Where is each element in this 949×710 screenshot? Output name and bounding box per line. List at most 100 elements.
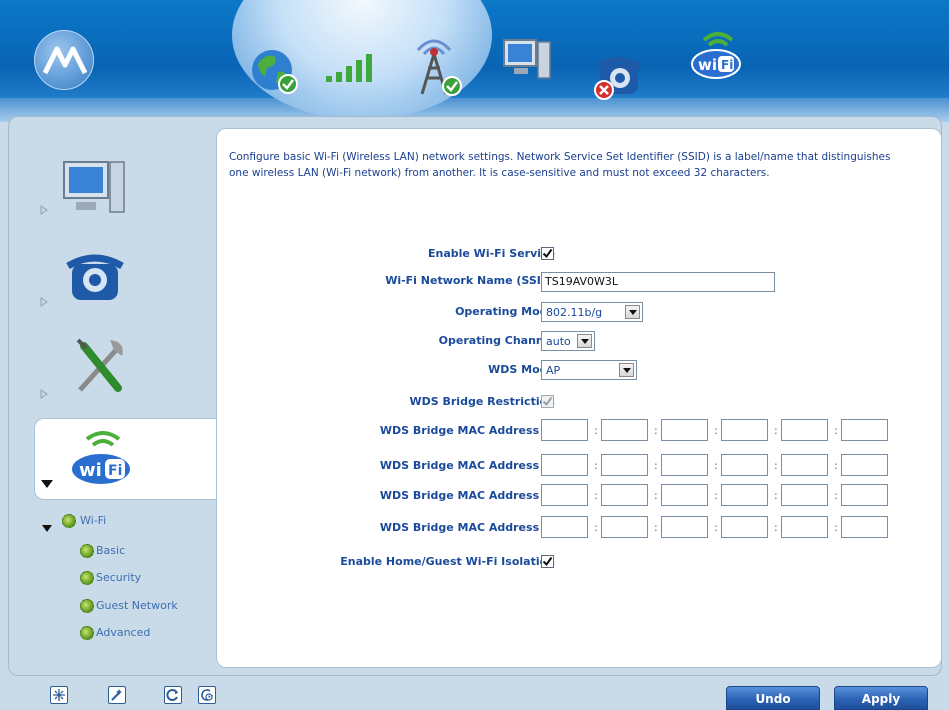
mac-octet-input[interactable] — [541, 516, 588, 538]
svg-text:wi: wi — [698, 56, 717, 74]
enable-wifi-row: Enable Wi-Fi Service — [217, 243, 943, 265]
mac-octet-input[interactable] — [841, 419, 888, 441]
apply-button[interactable]: Apply — [834, 686, 928, 710]
operating-channel-row: Operating Channel auto — [217, 330, 943, 352]
operating-channel-select[interactable]: auto — [541, 331, 595, 351]
telephone-icon[interactable] — [592, 52, 644, 102]
gear-icon — [80, 626, 94, 640]
wifi-icon[interactable]: wi Fi — [688, 26, 746, 80]
wds-mac-4-row: WDS Bridge MAC Address 4: : : : : : — [217, 516, 943, 538]
wds-mac-2-fields: : : : : : — [541, 454, 893, 476]
wds-mac-1-row: WDS Bridge MAC Address 1: : : : : : — [217, 419, 943, 441]
operating-channel-label: Operating Channel — [438, 334, 555, 347]
wds-mac-2-label: WDS Bridge MAC Address 2: — [379, 459, 555, 472]
collapse-caret-icon[interactable] — [41, 473, 53, 492]
gear-icon — [80, 599, 94, 613]
expand-caret-icon[interactable] — [40, 200, 48, 219]
computer-icon[interactable] — [62, 158, 128, 218]
isolation-row: Enable Home/Guest Wi-Fi Isolation — [217, 551, 943, 573]
enable-wifi-checkbox[interactable] — [541, 247, 554, 260]
mac-octet-input[interactable] — [721, 419, 768, 441]
mac-octet-input[interactable] — [721, 454, 768, 476]
tree-item-security[interactable]: Security — [96, 571, 141, 584]
wds-mac-2-row: WDS Bridge MAC Address 2: : : : : : — [217, 454, 943, 476]
content-panel: Configure basic Wi-Fi (Wireless LAN) net… — [216, 128, 942, 668]
motorola-logo[interactable] — [34, 30, 94, 90]
mac-octet-input[interactable] — [661, 484, 708, 506]
wds-mode-row: WDS Mode AP — [217, 359, 943, 381]
telephone-icon[interactable] — [64, 250, 126, 306]
mac-octet-input[interactable] — [781, 419, 828, 441]
wds-bridge-restriction-checkbox[interactable] — [541, 395, 554, 408]
gear-icon — [62, 514, 76, 528]
internet-status-icon[interactable] — [248, 46, 302, 96]
ssid-label: Wi-Fi Network Name (SSID) — [385, 274, 555, 287]
refresh-icon[interactable] — [164, 686, 182, 704]
wifi-icon: wi Fi — [67, 425, 137, 489]
wds-mode-select[interactable]: AP — [541, 360, 637, 380]
ssid-input[interactable] — [541, 271, 775, 292]
wds-mode-value: AP — [546, 364, 561, 377]
wireless-tower-icon[interactable] — [404, 28, 468, 98]
isolation-label: Enable Home/Guest Wi-Fi Isolation — [340, 555, 555, 568]
tools-icon[interactable] — [70, 334, 130, 396]
mac-octet-input[interactable] — [541, 419, 588, 441]
wds-bridge-restriction-row: WDS Bridge Restriction — [217, 391, 943, 413]
operating-mode-value: 802.11b/g — [546, 306, 603, 319]
mac-octet-input[interactable] — [601, 484, 648, 506]
svg-text:Fi: Fi — [108, 463, 122, 479]
wds-mac-3-label: WDS Bridge MAC Address 3: — [379, 489, 555, 502]
mac-octet-input[interactable] — [661, 516, 708, 538]
computer-icon[interactable] — [502, 36, 554, 84]
tree-item-advanced[interactable]: Advanced — [96, 626, 150, 639]
wizard-icon[interactable] — [108, 686, 126, 704]
wifi-tab-active[interactable]: wi Fi — [34, 418, 219, 500]
intro-text: Configure basic Wi-Fi (Wireless LAN) net… — [229, 151, 891, 179]
chevron-down-icon — [619, 363, 634, 377]
mac-octet-input[interactable] — [721, 484, 768, 506]
mac-octet-input[interactable] — [601, 454, 648, 476]
chevron-down-icon — [577, 334, 592, 348]
expand-caret-icon[interactable] — [40, 292, 48, 311]
mac-octet-input[interactable] — [661, 454, 708, 476]
wds-mac-3-fields: : : : : : — [541, 484, 893, 506]
ssid-row: Wi-Fi Network Name (SSID) — [217, 270, 943, 292]
header-bar: wi Fi — [0, 0, 949, 122]
isolation-checkbox[interactable] — [541, 555, 554, 568]
wds-mac-1-label: WDS Bridge MAC Address 1: — [379, 424, 555, 437]
wds-mac-4-label: WDS Bridge MAC Address 4: — [379, 521, 555, 534]
mac-octet-input[interactable] — [841, 454, 888, 476]
undo-button[interactable]: Undo — [726, 686, 820, 710]
mac-octet-input[interactable] — [781, 454, 828, 476]
mac-octet-input[interactable] — [841, 484, 888, 506]
mac-octet-input[interactable] — [601, 419, 648, 441]
gear-icon — [80, 544, 94, 558]
wds-bridge-restriction-label: WDS Bridge Restriction — [409, 395, 555, 408]
tree-item-guest-network[interactable]: Guest Network — [96, 599, 178, 612]
expand-caret-icon[interactable] — [40, 384, 48, 403]
svg-text:wi: wi — [79, 460, 102, 481]
operating-mode-select[interactable]: 802.11b/g — [541, 302, 643, 322]
svg-text:Fi: Fi — [721, 58, 733, 72]
restart-timer-icon[interactable] — [198, 686, 216, 704]
signal-strength-icon[interactable] — [322, 50, 386, 84]
operating-mode-label: Operating Mode — [455, 305, 555, 318]
mac-octet-input[interactable] — [781, 484, 828, 506]
mac-octet-input[interactable] — [661, 419, 708, 441]
operating-channel-value: auto — [546, 335, 571, 348]
mac-octet-input[interactable] — [541, 454, 588, 476]
mac-octet-input[interactable] — [841, 516, 888, 538]
mac-octet-input[interactable] — [781, 516, 828, 538]
tree-collapse-icon[interactable] — [42, 517, 52, 536]
tree-item-basic[interactable]: Basic — [96, 544, 125, 557]
mac-octet-input[interactable] — [541, 484, 588, 506]
tree-item-wifi[interactable]: Wi-Fi — [80, 514, 106, 527]
network-map-icon[interactable] — [50, 686, 68, 704]
wds-mac-3-row: WDS Bridge MAC Address 3: : : : : : — [217, 484, 943, 506]
chevron-down-icon — [625, 305, 640, 319]
mac-octet-input[interactable] — [601, 516, 648, 538]
operating-mode-row: Operating Mode 802.11b/g — [217, 301, 943, 323]
enable-wifi-label: Enable Wi-Fi Service — [427, 247, 555, 260]
mac-octet-input[interactable] — [721, 516, 768, 538]
wds-mac-4-fields: : : : : : — [541, 516, 893, 538]
